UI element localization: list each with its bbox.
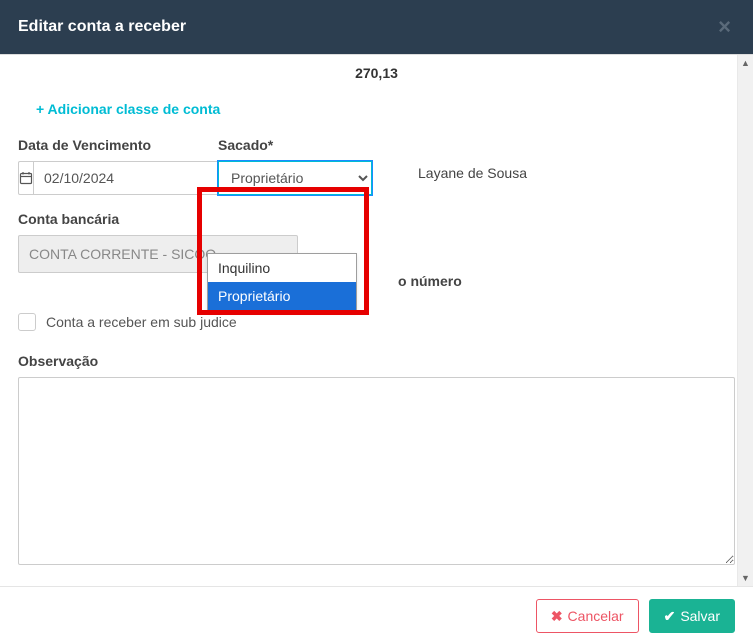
- person-name: Layane de Sousa: [418, 137, 527, 195]
- sacado-option-inquilino[interactable]: Inquilino: [208, 254, 356, 282]
- x-icon: ✖: [551, 608, 563, 625]
- cancel-button[interactable]: ✖ Cancelar: [536, 599, 639, 633]
- sub-judice-row: Conta a receber em sub judice: [18, 313, 735, 331]
- sacado-dropdown-list: Inquilino Proprietário: [207, 253, 357, 311]
- scroll-up-icon[interactable]: ▲: [738, 55, 753, 71]
- save-label: Salvar: [680, 608, 720, 624]
- edit-receivable-modal: Editar conta a receber × 270,13 + Adicio…: [0, 0, 753, 644]
- due-date-field: Data de Vencimento: [18, 137, 188, 195]
- scrollbar[interactable]: ▲ ▼: [737, 55, 753, 586]
- modal-body: 270,13 + Adicionar classe de conta Data …: [0, 55, 753, 586]
- scroll-down-icon[interactable]: ▼: [738, 570, 753, 586]
- date-input-group: [18, 161, 188, 195]
- due-date-label: Data de Vencimento: [18, 137, 188, 153]
- observation-textarea[interactable]: [18, 377, 735, 565]
- form-row-1: Data de Vencimento Sacado*: [18, 137, 735, 195]
- bank-account-label: Conta bancária: [18, 211, 735, 227]
- save-button[interactable]: ✔ Salvar: [649, 599, 735, 633]
- observation-label: Observação: [18, 353, 735, 369]
- sacado-select[interactable]: Proprietário: [218, 161, 372, 195]
- bank-account-field: Conta bancária CONTA CORRENTE - SICOO: [18, 211, 735, 273]
- sacado-label: Sacado*: [218, 137, 388, 153]
- bank-account-value: CONTA CORRENTE - SICOO: [29, 246, 216, 262]
- sub-judice-checkbox[interactable]: [18, 313, 36, 331]
- modal-header: Editar conta a receber ×: [0, 0, 753, 55]
- sub-judice-label: Conta a receber em sub judice: [46, 314, 237, 330]
- sacado-field: Sacado* Proprietário: [218, 137, 388, 195]
- modal-footer: ✖ Cancelar ✔ Salvar: [0, 586, 753, 644]
- observation-field: Observação: [18, 353, 735, 565]
- check-icon: ✔: [664, 608, 676, 625]
- add-account-class-link[interactable]: + Adicionar classe de conta: [18, 97, 735, 137]
- modal-title: Editar conta a receber: [18, 18, 186, 36]
- calendar-icon[interactable]: [18, 161, 34, 195]
- close-icon[interactable]: ×: [714, 16, 735, 38]
- sacado-option-proprietario[interactable]: Proprietário: [208, 282, 356, 310]
- due-date-input[interactable]: [34, 161, 236, 195]
- document-number-label-partial: o número: [398, 273, 462, 289]
- cancel-label: Cancelar: [568, 608, 624, 624]
- amount-value: 270,13: [18, 63, 735, 97]
